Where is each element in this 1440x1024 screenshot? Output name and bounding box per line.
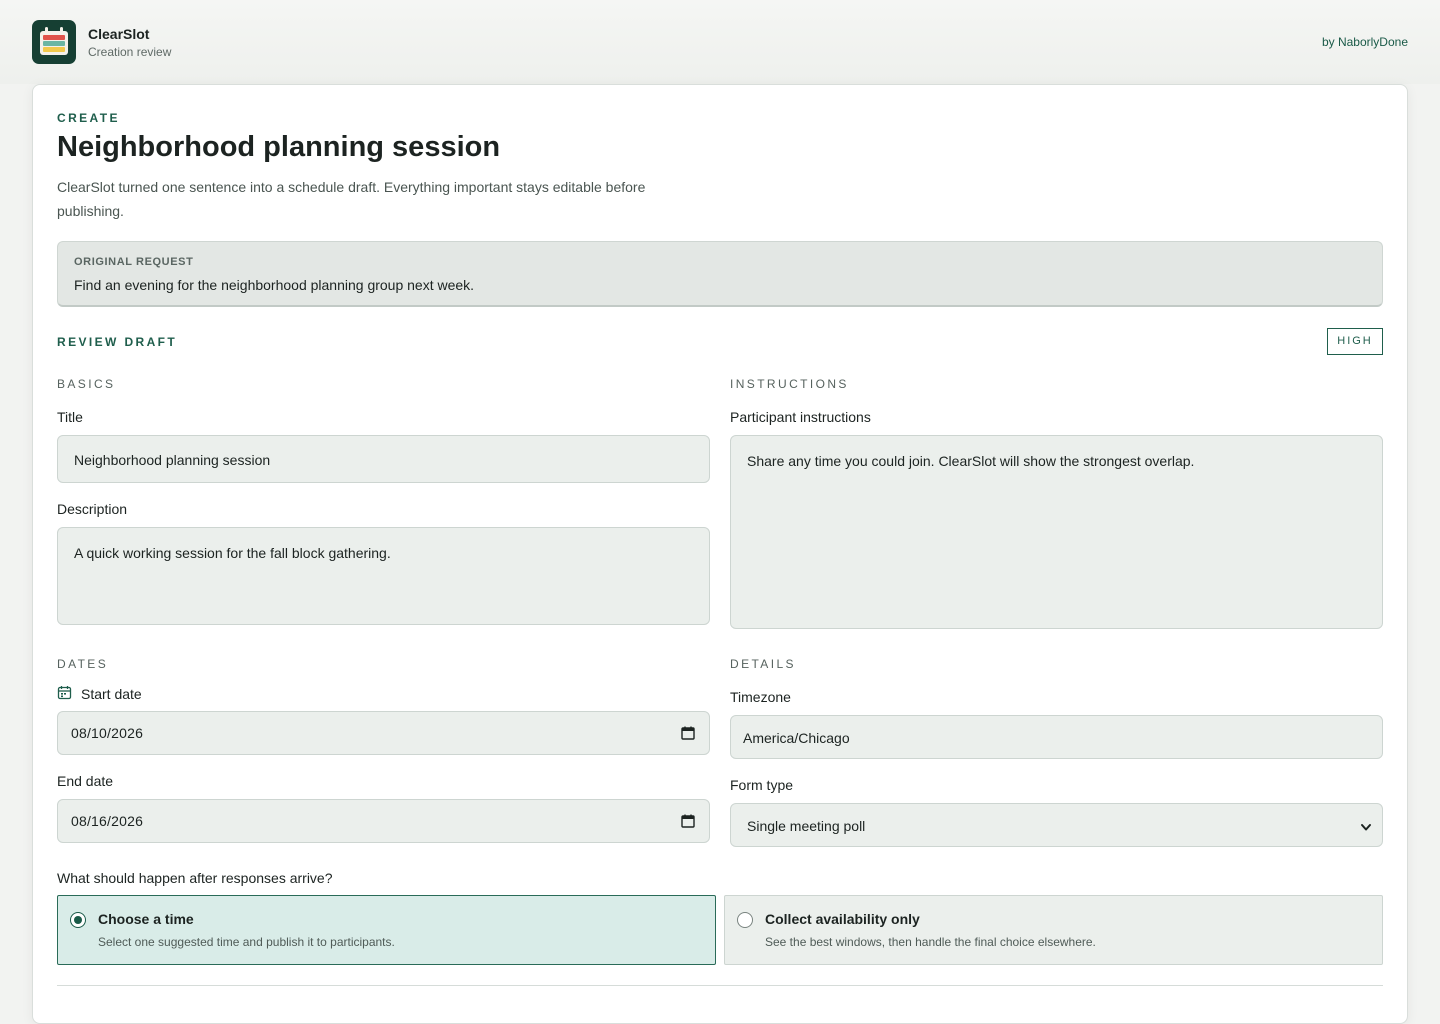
- byline-link[interactable]: by NaborlyDone: [1322, 35, 1408, 49]
- original-request-panel: ORIGINAL REQUEST Find an evening for the…: [57, 241, 1383, 307]
- timezone-label: Timezone: [730, 689, 791, 705]
- end-date-label: End date: [57, 773, 114, 789]
- creation-card: CREATE Neighborhood planning session Cle…: [32, 84, 1408, 1024]
- clearslot-logo-icon: [32, 20, 76, 64]
- choose-time-option[interactable]: Choose a time Select one suggested time …: [57, 895, 716, 965]
- end-date-picker-icon[interactable]: [681, 814, 695, 831]
- participant-instructions-value: Share any time you could join. ClearSlot…: [747, 453, 1195, 469]
- review-draft-heading: REVIEW DRAFT: [57, 335, 178, 349]
- original-request-text: Find an evening for the neighborhood pla…: [74, 277, 475, 293]
- top-bar: ClearSlot Creation review by NaborlyDone: [0, 0, 1440, 84]
- outcome-question: What should happen after responses arriv…: [57, 870, 333, 886]
- timezone-value: America/Chicago: [743, 730, 850, 746]
- choose-time-description: Select one suggested time and publish it…: [98, 935, 395, 949]
- page-title: Neighborhood planning session: [57, 131, 501, 163]
- confidence-badge: HIGH: [1327, 328, 1383, 355]
- choose-time-radio[interactable]: [70, 912, 86, 928]
- chevron-down-icon: [1360, 820, 1372, 836]
- participant-instructions-textarea[interactable]: Share any time you could join. ClearSlot…: [730, 435, 1383, 629]
- form-type-value: Single meeting poll: [747, 818, 866, 834]
- form-type-label: Form type: [730, 777, 794, 793]
- app-subtitle: Creation review: [88, 45, 172, 59]
- section-divider: [57, 985, 1383, 986]
- app-name: ClearSlot: [88, 26, 150, 42]
- description-textarea[interactable]: A quick working session for the fall blo…: [57, 527, 710, 625]
- end-date-input[interactable]: 08/16/2026: [57, 799, 710, 843]
- collect-availability-title: Collect availability only: [765, 911, 920, 927]
- page-kicker: CREATE: [57, 111, 120, 125]
- description-label: Description: [57, 501, 128, 517]
- participant-instructions-label: Participant instructions: [730, 409, 871, 425]
- dates-section-label: DATES: [57, 657, 109, 671]
- start-date-input[interactable]: 08/10/2026: [57, 711, 710, 755]
- details-section-label: DETAILS: [730, 657, 796, 671]
- collect-availability-description: See the best windows, then handle the fi…: [765, 935, 1096, 949]
- title-input-value: Neighborhood planning session: [74, 452, 271, 468]
- title-input[interactable]: Neighborhood planning session: [57, 435, 710, 483]
- start-date-label: Start date: [81, 686, 142, 702]
- start-date-value: 08/10/2026: [71, 725, 144, 741]
- choose-time-title: Choose a time: [98, 911, 194, 927]
- original-request-label: ORIGINAL REQUEST: [74, 256, 194, 268]
- description-textarea-value: A quick working session for the fall blo…: [74, 545, 391, 561]
- end-date-value: 08/16/2026: [71, 813, 144, 829]
- form-type-select[interactable]: Single meeting poll: [730, 803, 1383, 847]
- start-date-picker-icon[interactable]: [681, 726, 695, 743]
- page-description: ClearSlot turned one sentence into a sch…: [57, 179, 646, 219]
- calendar-icon: [57, 685, 72, 705]
- title-label: Title: [57, 409, 83, 425]
- timezone-input[interactable]: America/Chicago: [730, 715, 1383, 759]
- collect-availability-radio[interactable]: [737, 912, 753, 928]
- instructions-section-label: INSTRUCTIONS: [730, 377, 849, 391]
- basics-section-label: BASICS: [57, 377, 116, 391]
- collect-availability-option[interactable]: Collect availability only See the best w…: [724, 895, 1383, 965]
